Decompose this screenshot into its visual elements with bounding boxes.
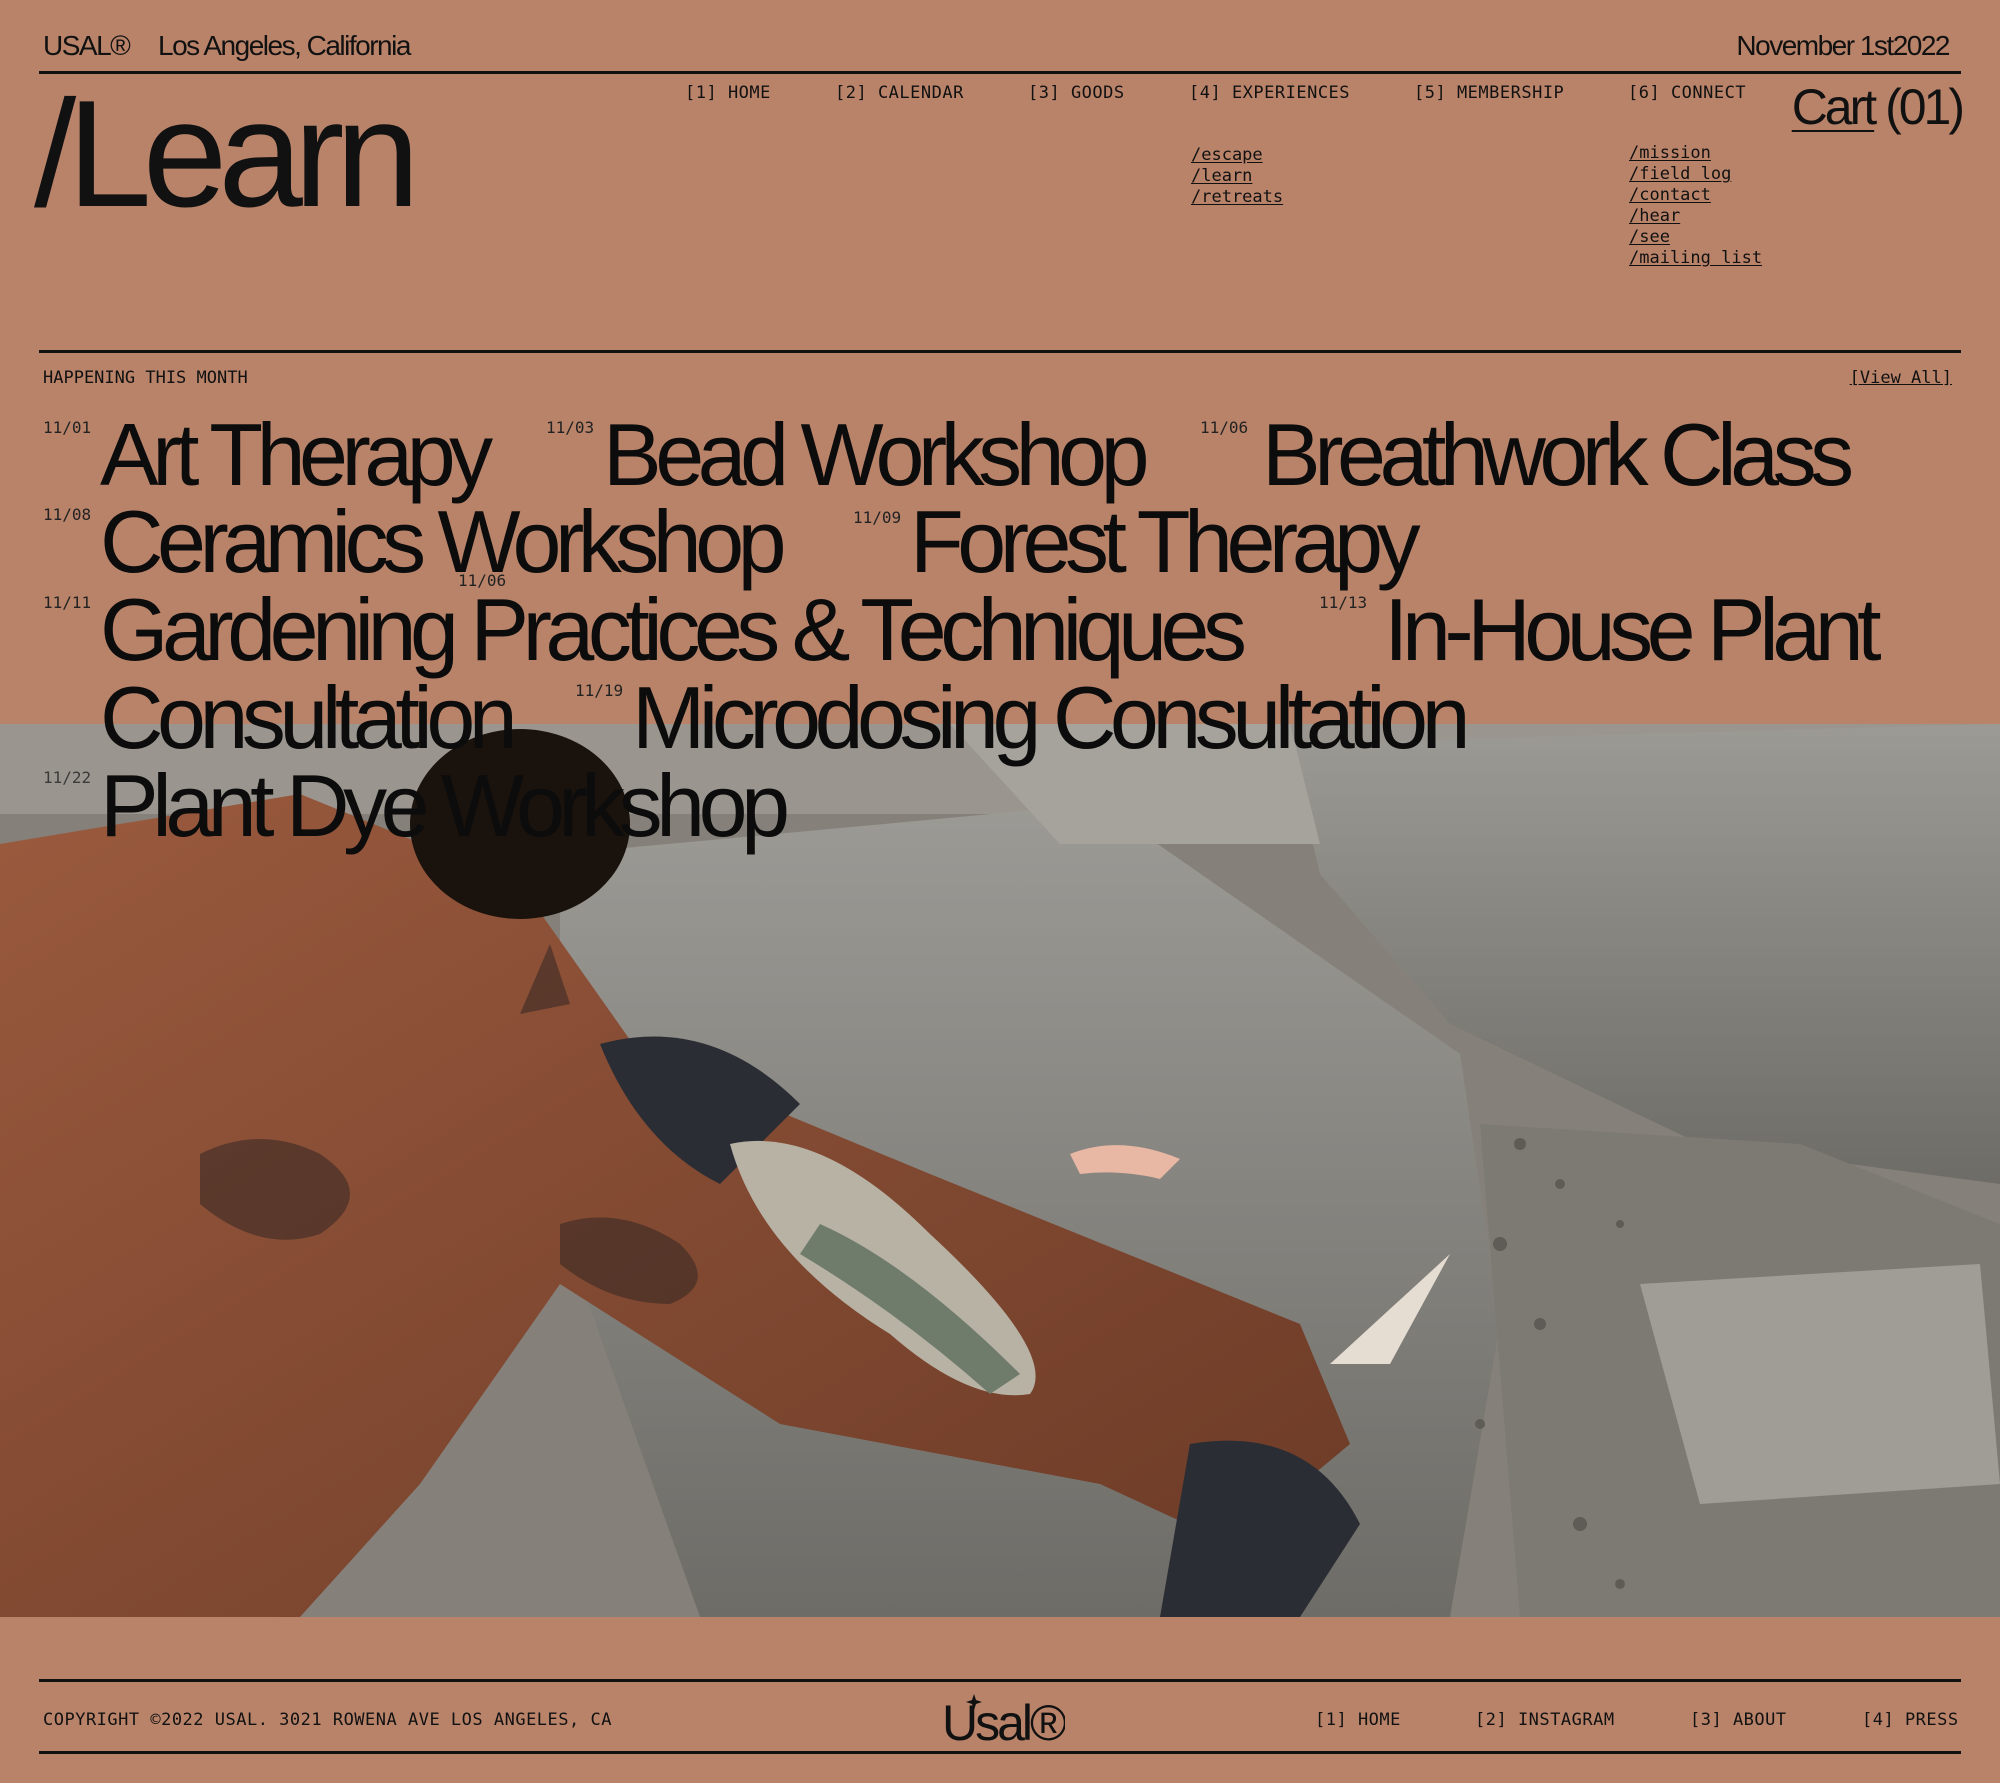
event-date: 11/11	[43, 593, 92, 612]
view-all-link[interactable]: [View All]	[1850, 368, 1952, 388]
hero-photo-drawing	[0, 724, 2000, 1617]
submenu-learn[interactable]: /learn	[1191, 166, 1283, 187]
event-title[interactable]: Bead Workshop	[603, 411, 1150, 499]
view-all-label: [View All]	[1849, 368, 1952, 388]
usal-logo-icon: Usal®	[942, 1694, 1070, 1751]
event-date: 11/03	[546, 418, 595, 437]
nav-connect[interactable]: [6] CONNECT	[1628, 83, 1746, 103]
event-title[interactable]: Breathwork Class	[1262, 411, 1854, 499]
nav-home[interactable]: [1] HOME	[685, 83, 771, 103]
footer-link-home[interactable]: [1] HOME	[1315, 1710, 1401, 1730]
footer-top-divider	[39, 1679, 1961, 1682]
submenu-retreats[interactable]: /retreats	[1191, 187, 1283, 208]
cart-button[interactable]: Cart (01)	[1791, 78, 1965, 136]
hero-photo	[0, 724, 2000, 1617]
event-date: 11/08	[43, 505, 92, 524]
event-title[interactable]: Plant Dye Workshop	[100, 762, 790, 850]
event-date: 11/22	[43, 768, 92, 787]
nav-calendar[interactable]: [2] CALENDAR	[835, 83, 964, 103]
event-title[interactable]: Ceramics Workshop	[100, 498, 787, 586]
submenu-contact[interactable]: /contact	[1629, 185, 1762, 206]
nav-membership[interactable]: [5] MEMBERSHIP	[1414, 83, 1564, 103]
footer-link-about[interactable]: [3] ABOUT	[1690, 1710, 1787, 1730]
event-date: 11/09	[853, 508, 902, 527]
event-title[interactable]: Forest Therapy	[910, 498, 1421, 586]
section-divider	[39, 350, 1961, 353]
submenu-escape[interactable]: /escape	[1191, 145, 1283, 166]
section-heading: HAPPENING THIS MONTH	[43, 368, 248, 388]
footer-copyright: COPYRIGHT ©2022 USAL. 3021 ROWENA AVE LO…	[43, 1710, 612, 1730]
event-date: 11/13	[1319, 593, 1368, 612]
submenu-see[interactable]: /see	[1629, 227, 1762, 248]
nav-goods[interactable]: [3] GOODS	[1028, 83, 1125, 103]
event-title[interactable]: Art Therapy	[100, 411, 493, 499]
submenu-field-log[interactable]: /field log	[1629, 164, 1762, 185]
event-title[interactable]: Microdosing Consultation	[632, 674, 1471, 762]
current-date: November 1st2022	[1736, 30, 1950, 61]
event-title[interactable]: Gardening Practices & Techniques	[100, 586, 1247, 674]
connect-submenu: /mission /field log /contact /hear /see …	[1629, 143, 1762, 269]
brand-name[interactable]: USAL®	[43, 30, 131, 62]
event-date: 11/19	[575, 681, 624, 700]
cart-label: Cart	[1791, 79, 1877, 135]
page-title: /Learn	[34, 69, 420, 239]
footer-bottom-divider	[39, 1751, 1961, 1754]
nav-experiences[interactable]: [4] EXPERIENCES	[1189, 83, 1350, 103]
event-date: 11/01	[43, 418, 92, 437]
location-text: Los Angeles, California	[158, 30, 411, 61]
event-title[interactable]: Consultation	[100, 674, 518, 762]
footer-link-press[interactable]: [4] PRESS	[1862, 1710, 1959, 1730]
cart-count: (01)	[1885, 79, 1965, 135]
footer-logo[interactable]: Usal®	[940, 1690, 1070, 1753]
footer-link-instagram[interactable]: [2] INSTAGRAM	[1475, 1710, 1615, 1730]
submenu-hear[interactable]: /hear	[1629, 206, 1762, 227]
experiences-submenu: /escape /learn /retreats	[1191, 145, 1283, 208]
logo-wordmark: Usal®	[942, 1695, 1065, 1748]
submenu-mailing-list[interactable]: /mailing list	[1629, 248, 1762, 269]
event-date: 11/06	[1200, 418, 1249, 437]
submenu-mission[interactable]: /mission	[1629, 143, 1762, 164]
event-title[interactable]: In-House Plant	[1384, 586, 1882, 674]
